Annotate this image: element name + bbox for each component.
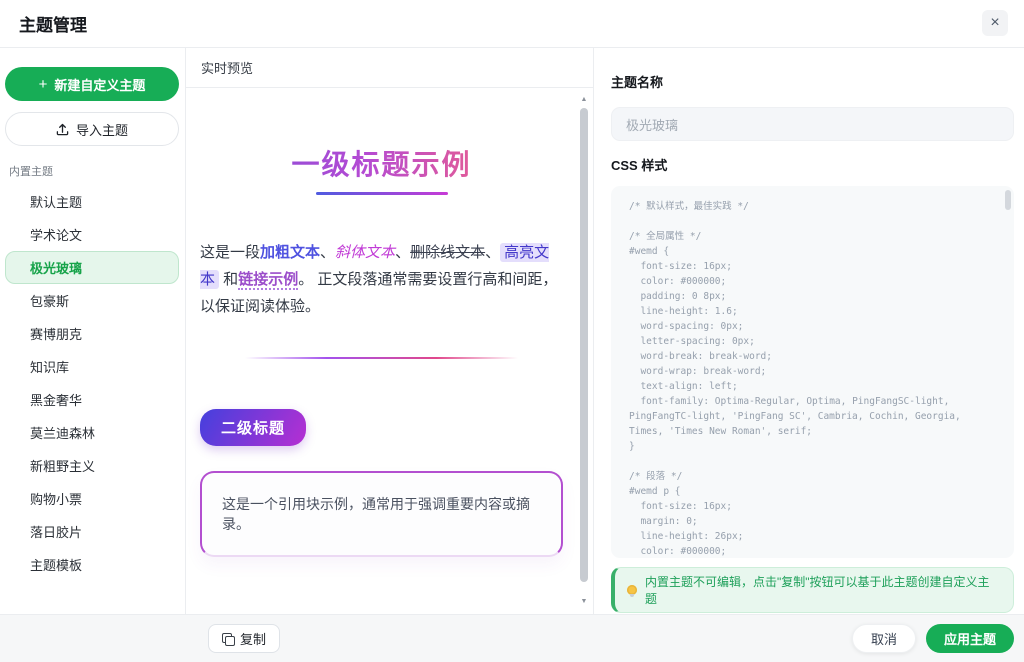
preview-h2-badge: 二级标题 <box>200 409 306 446</box>
scroll-down-icon[interactable]: ▼ <box>578 596 590 608</box>
paragraph-prefix: 这是一段 <box>200 244 260 261</box>
preview-header: 实时预览 <box>186 48 593 88</box>
import-theme-button[interactable]: 导入主题 <box>5 112 179 146</box>
plus-icon: + <box>39 77 48 92</box>
separator: 、 <box>395 244 410 261</box>
sidebar-item-cyberpunk[interactable]: 赛博朋克 <box>5 317 179 350</box>
sidebar-item-aurora-glass[interactable]: 极光玻璃 <box>5 251 179 284</box>
copy-button-label: 复制 <box>240 629 266 648</box>
sidebar-item-receipt[interactable]: 购物小票 <box>5 482 179 515</box>
import-theme-label: 导入主题 <box>76 120 128 139</box>
close-icon: × <box>990 15 999 31</box>
sidebar-item-morandi-forest[interactable]: 莫兰迪森林 <box>5 416 179 449</box>
paragraph-and: 和 <box>219 271 238 288</box>
css-code-text: /* 默认样式，最佳实践 */ /* 全局属性 */ #wemd { font-… <box>611 186 1014 558</box>
italic-text-sample: 斜体文本 <box>335 244 395 261</box>
link-sample[interactable]: 链接示例 <box>238 271 298 290</box>
new-custom-theme-button[interactable]: + 新建自定义主题 <box>5 67 179 101</box>
dialog-title: 主题管理 <box>19 11 87 36</box>
strikethrough-text-sample: 删除线文本 <box>410 244 485 261</box>
preview-header-label: 实时预览 <box>201 58 253 77</box>
sidebar-item-academic[interactable]: 学术论文 <box>5 218 179 251</box>
lightbulb-icon <box>627 585 637 595</box>
live-preview-panel: 实时预览 一级标题示例 这是一段加粗文本、斜体文本、删除线文本、高亮文本 和链接… <box>186 48 593 614</box>
upload-icon <box>56 123 69 136</box>
sidebar-item-sunset-film[interactable]: 落日胶片 <box>5 515 179 548</box>
sidebar-item-default[interactable]: 默认主题 <box>5 185 179 218</box>
new-custom-theme-label: 新建自定义主题 <box>54 75 145 94</box>
theme-sidebar: + 新建自定义主题 导入主题 内置主题 默认主题 学术论文 极光玻璃 包豪斯 赛… <box>0 48 186 614</box>
preview-h1: 一级标题示例 <box>200 143 563 183</box>
separator: 、 <box>485 244 500 261</box>
bold-text-sample: 加粗文本 <box>260 244 320 261</box>
preview-paragraph: 这是一段加粗文本、斜体文本、删除线文本、高亮文本 和链接示例。 正文段落通常需要… <box>200 239 563 320</box>
preview-divider <box>245 357 517 359</box>
scrollbar-thumb[interactable] <box>580 108 588 582</box>
sidebar-item-theme-template[interactable]: 主题模板 <box>5 548 179 581</box>
preview-blockquote: 这是一个引用块示例，通常用于强调重要内容或摘录。 <box>200 471 563 557</box>
sidebar-item-bauhaus[interactable]: 包豪斯 <box>5 284 179 317</box>
copy-icon <box>222 633 233 644</box>
close-button[interactable]: × <box>982 10 1008 36</box>
dialog-footer: 复制 取消 应用主题 <box>0 614 1024 662</box>
theme-name-label: 主题名称 <box>611 72 1014 91</box>
separator: 、 <box>320 244 335 261</box>
apply-theme-button[interactable]: 应用主题 <box>926 624 1014 653</box>
sidebar-item-knowledge-base[interactable]: 知识库 <box>5 350 179 383</box>
preview-scrollbar[interactable]: ▲ ▼ <box>578 94 590 608</box>
code-scrollbar-thumb[interactable] <box>1005 190 1011 210</box>
dialog-header: 主题管理 × <box>0 0 1024 48</box>
sidebar-item-neo-brutalism[interactable]: 新粗野主义 <box>5 449 179 482</box>
sidebar-item-black-gold[interactable]: 黑金奢华 <box>5 383 179 416</box>
css-style-label: CSS 样式 <box>611 155 1014 174</box>
copy-button[interactable]: 复制 <box>208 624 280 653</box>
tip-text: 内置主题不可编辑，点击"复制"按钮可以基于此主题创建自定义主题 <box>645 573 1001 607</box>
cancel-button[interactable]: 取消 <box>852 624 916 653</box>
builtin-theme-tip: 内置主题不可编辑，点击"复制"按钮可以基于此主题创建自定义主题 <box>611 567 1014 613</box>
css-code-block[interactable]: /* 默认样式，最佳实践 */ /* 全局属性 */ #wemd { font-… <box>611 186 1014 558</box>
scroll-up-icon[interactable]: ▲ <box>578 94 590 106</box>
theme-name-input[interactable] <box>611 107 1014 141</box>
theme-editor-panel: 主题名称 CSS 样式 /* 默认样式，最佳实践 */ /* 全局属性 */ #… <box>593 48 1024 614</box>
preview-body: 一级标题示例 这是一段加粗文本、斜体文本、删除线文本、高亮文本 和链接示例。 正… <box>186 88 593 614</box>
theme-manager-dialog: 主题管理 × + 新建自定义主题 导入主题 内置主题 默认主题 <box>0 0 1024 662</box>
preview-h1-underline <box>316 192 448 195</box>
builtin-themes-section-label: 内置主题 <box>9 163 179 179</box>
